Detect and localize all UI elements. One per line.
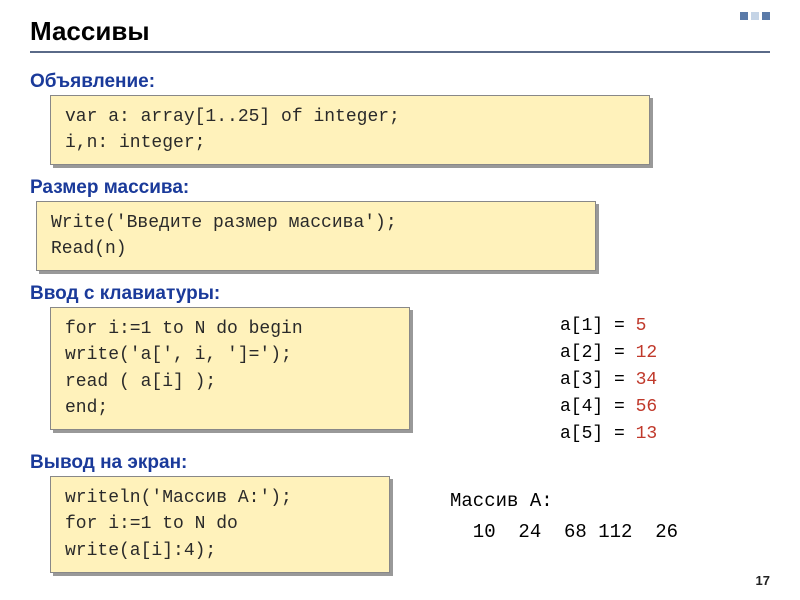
sample-input-row: a[5] = 13	[560, 421, 657, 448]
code-line: Read(n)	[51, 236, 581, 262]
code-line: writeln('Массив A:');	[65, 485, 375, 511]
label-declaration: Объявление:	[30, 71, 770, 93]
label-output: Вывод на экран:	[30, 452, 770, 474]
code-line: Write('Введите размер массива');	[51, 210, 581, 236]
sample-output-values: 10 24 68 112 26	[450, 517, 678, 547]
sample-output-header: Массив A:	[450, 486, 678, 516]
code-line: for i:=1 to N do begin	[65, 316, 395, 342]
codebox-input: for i:=1 to N do begin write('a[', i, ']…	[50, 307, 410, 429]
code-line: write('a[', i, ']=');	[65, 342, 395, 368]
sample-input-block: a[1] = 5 a[2] = 12 a[3] = 34 a[4] = 56 a…	[560, 307, 657, 448]
code-line: for i:=1 to N do	[65, 511, 375, 537]
codebox-declaration: var a: array[1..25] of integer; i,n: int…	[50, 95, 650, 165]
codebox-size: Write('Введите размер массива'); Read(n)	[36, 201, 596, 271]
code-line: i,n: integer;	[65, 130, 635, 156]
label-input: Ввод с клавиатуры:	[30, 283, 770, 305]
deco-squares	[740, 12, 770, 20]
code-line: end;	[65, 395, 395, 421]
codebox-output: writeln('Массив A:'); for i:=1 to N do w…	[50, 476, 390, 572]
label-size: Размер массива:	[30, 177, 770, 199]
sample-input-row: a[2] = 12	[560, 340, 657, 367]
sample-input-row: a[3] = 34	[560, 367, 657, 394]
sample-input-row: a[1] = 5	[560, 313, 657, 340]
code-line: var a: array[1..25] of integer;	[65, 104, 635, 130]
code-line: read ( a[i] );	[65, 369, 395, 395]
page-number: 17	[756, 573, 770, 588]
page-title: Массивы	[30, 10, 770, 53]
sample-input-row: a[4] = 56	[560, 394, 657, 421]
code-line: write(a[i]:4);	[65, 538, 375, 564]
sample-output-block: Массив A: 10 24 68 112 26	[450, 476, 678, 547]
